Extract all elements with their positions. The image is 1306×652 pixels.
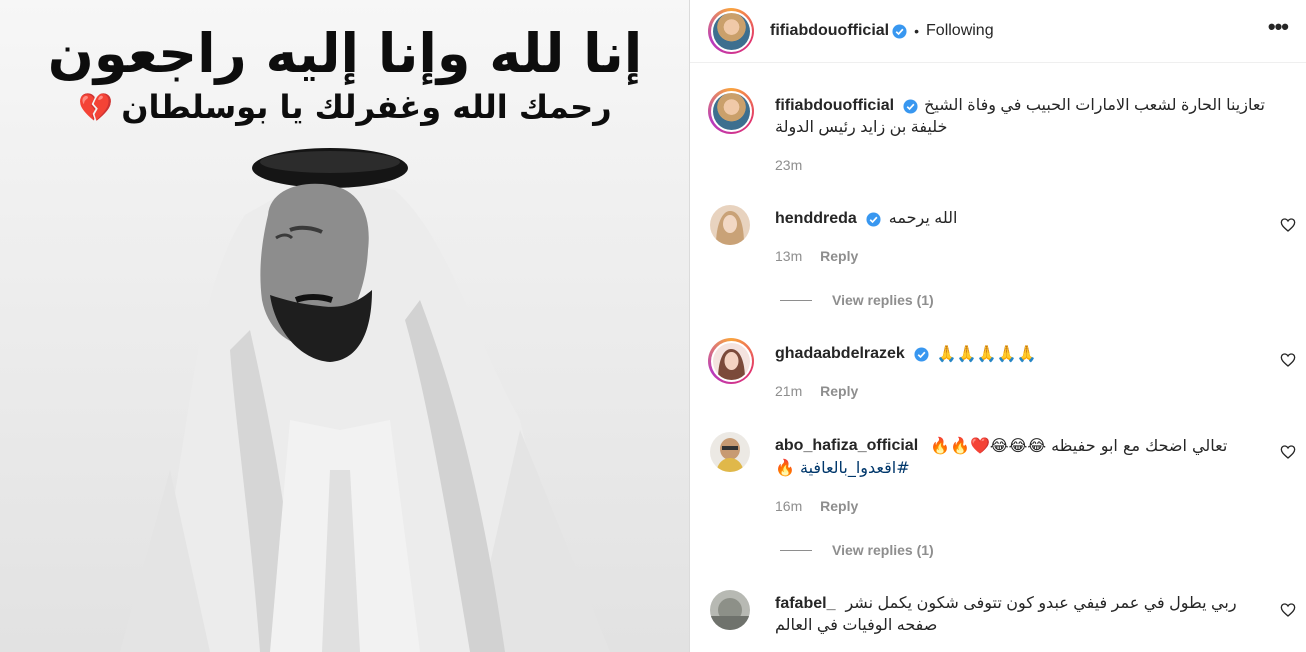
caption-timestamp: 23m xyxy=(775,157,803,173)
author-username[interactable]: fifiabdouofficial xyxy=(770,22,889,40)
hashtag-link[interactable]: #اقعدوا_بالعافية 🔥 xyxy=(775,458,910,477)
verified-badge-icon xyxy=(866,211,881,227)
author-avatar[interactable] xyxy=(708,8,754,54)
verified-badge-icon xyxy=(892,23,907,39)
like-heart-icon[interactable] xyxy=(1280,444,1296,460)
comment-timestamp: 13m xyxy=(775,248,803,264)
comment-text: الله يرحمه xyxy=(888,210,958,227)
view-replies-button[interactable]: View replies (1) xyxy=(780,542,934,558)
following-button[interactable]: Following xyxy=(926,22,994,40)
divider-line xyxy=(780,549,812,551)
post-header: fifiabdouofficial • Following ••• xyxy=(690,0,1306,63)
separator-dot: • xyxy=(914,23,920,39)
reply-button[interactable]: Reply xyxy=(820,498,858,514)
comment-text: 🙏🙏🙏🙏🙏 xyxy=(936,344,1037,363)
divider-line xyxy=(780,299,812,301)
post-image[interactable]: إنا لله وإنا إليه راجعون 💔 رحمك الله وغف… xyxy=(0,0,690,652)
like-heart-icon[interactable] xyxy=(1280,352,1296,368)
view-replies-label: View replies (1) xyxy=(832,292,934,308)
caption-avatar[interactable] xyxy=(708,88,754,134)
comment-text-line1: تعالي اضحك مع ابو حفيظه 😂😂😂❤️🔥🔥 xyxy=(930,436,1228,455)
verified-badge-icon xyxy=(914,346,929,362)
reply-button[interactable]: Reply xyxy=(820,383,858,399)
view-replies-button[interactable]: View replies (1) xyxy=(780,292,934,308)
commenter-avatar[interactable] xyxy=(708,338,754,384)
comment-timestamp: 21m xyxy=(775,383,803,399)
commenter-avatar[interactable] xyxy=(710,432,750,472)
reply-button[interactable]: Reply xyxy=(820,248,858,264)
comment-username[interactable]: fafabel_ xyxy=(775,593,835,615)
commenter-avatar[interactable] xyxy=(710,205,750,245)
like-heart-icon[interactable] xyxy=(1280,602,1296,618)
comments-panel: fifiabdouofficial • Following ••• fifiab… xyxy=(690,0,1306,652)
commenter-avatar[interactable] xyxy=(710,590,750,630)
like-heart-icon[interactable] xyxy=(1280,217,1296,233)
comment-text-line2: صفحه الوفيات في العالم xyxy=(775,617,938,634)
comment-username[interactable]: henddreda xyxy=(775,208,857,230)
caption-username[interactable]: fifiabdouofficial xyxy=(775,95,894,117)
caption-text-line2: خليفة بن زايد رئيس الدولة xyxy=(775,119,948,136)
instagram-post-view: إنا لله وإنا إليه راجعون 💔 رحمك الله وغف… xyxy=(0,0,1306,652)
comment-username[interactable]: abo_hafiza_official xyxy=(775,435,918,457)
comment-timestamp: 16m xyxy=(775,498,803,514)
comment-text-line1: ربي يطول في عمر فيفي عبدو كون تتوفى شكون… xyxy=(845,595,1237,612)
caption-text-line1: تعازينا الحارة لشعب الامارات الحبيب في و… xyxy=(924,97,1265,114)
portrait-illustration xyxy=(120,148,610,652)
comment-username[interactable]: ghadaabdelrazek xyxy=(775,343,905,365)
more-options-icon[interactable]: ••• xyxy=(1268,14,1289,40)
view-replies-label: View replies (1) xyxy=(832,542,934,558)
verified-badge-icon xyxy=(903,98,918,114)
